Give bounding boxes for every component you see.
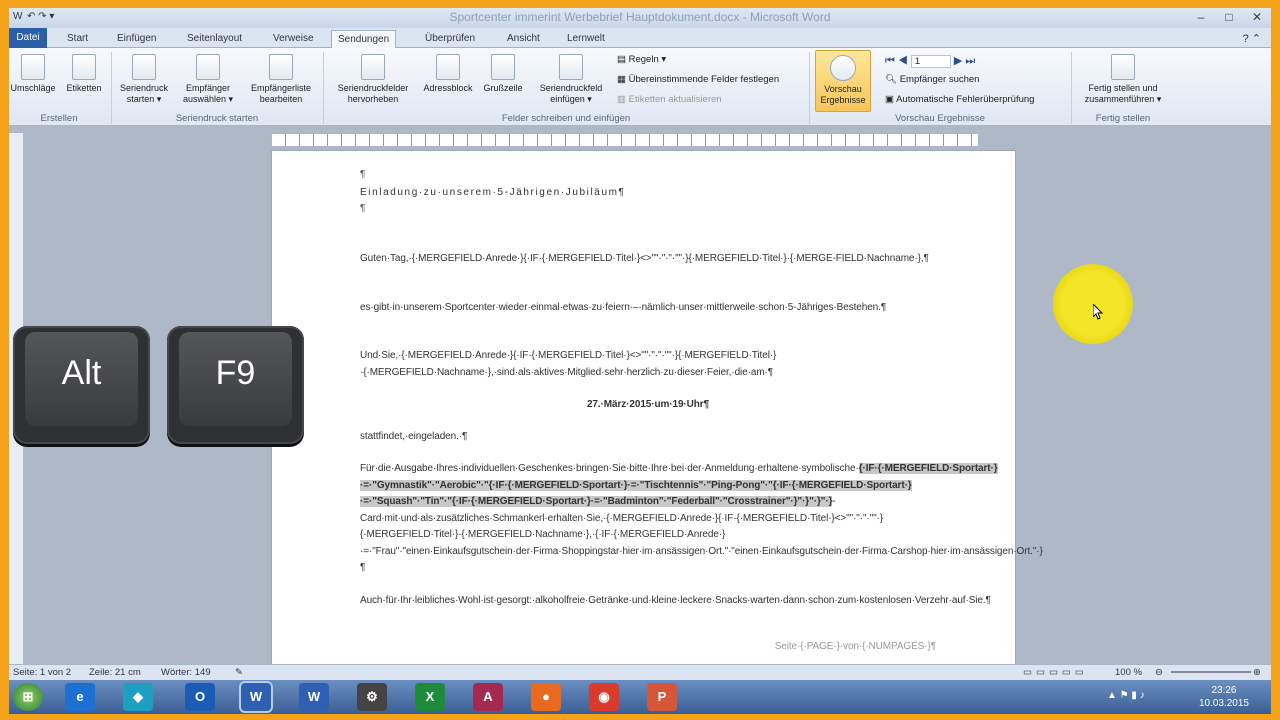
keycap-alt: Alt (13, 326, 150, 444)
app-icon[interactable]: ◆ (123, 683, 153, 711)
vorschau-ergebnisse-button[interactable]: Vorschau Ergebnisse (815, 50, 871, 112)
horizontal-ruler (271, 133, 979, 147)
page-indicator[interactable]: Seite: 1 von 2 (13, 667, 71, 678)
chrome-icon[interactable]: ◉ (589, 683, 619, 711)
address-block-icon (436, 54, 460, 80)
group-label-felder: Felder schreiben und einfügen (501, 113, 631, 124)
start-button[interactable]: ⊞ (13, 683, 43, 711)
zoom-level[interactable]: 100 % (1115, 667, 1142, 678)
help-icon[interactable]: ? ⌃ (1237, 30, 1267, 48)
record-navigation[interactable]: ⏮ ◀ 1 ▶ ⏭ (885, 54, 975, 68)
word-icon[interactable]: W (299, 683, 329, 711)
divider (1071, 52, 1072, 124)
divider (809, 52, 810, 124)
seriendruck-starten-button[interactable]: Seriendruck starten ▾ (115, 54, 173, 105)
body-paragraph: stattfindet,·eingeladen.·¶ (360, 431, 468, 442)
date-paragraph: 27.·März·2015·um·19·Uhr¶ (586, 399, 710, 410)
body-paragraph: es·gibt·in·unserem·Sportcenter·wieder·ei… (360, 302, 887, 313)
body-paragraph: Auch·für·Ihr·leibliches·Wohl·ist·gesorgt… (360, 595, 991, 606)
powerpoint-icon[interactable]: P (647, 683, 677, 711)
tab-ansicht[interactable]: Ansicht (501, 30, 546, 48)
envelope-icon (21, 54, 45, 80)
ribbon-tabs: Datei Start Einfügen Seitenlayout Verwei… (9, 28, 1271, 49)
group-label-erstellen: Erstellen (40, 113, 78, 124)
labels-icon (72, 54, 96, 80)
heading-paragraph: Einladung·zu·unserem·5-Jährigen·Jubiläum… (360, 187, 626, 198)
record-number-field[interactable]: 1 (910, 55, 951, 68)
insert-field-icon (559, 54, 583, 80)
firefox-icon[interactable]: ● (531, 683, 561, 711)
tab-sendungen[interactable]: Sendungen (331, 30, 397, 49)
proofing-icon[interactable]: ✎ (235, 667, 243, 678)
invitation-paragraph: Und·Sie,·{·MERGEFIELD·Anrede·}{·IF·{·MER… (360, 350, 777, 378)
access-icon[interactable]: A (473, 683, 503, 711)
tab-ueberpruefen[interactable]: Überprüfen (419, 30, 481, 48)
divider (323, 52, 324, 124)
minimize-button[interactable]: – (1187, 8, 1215, 26)
title-bar: W ↶ ↷ ▾ Sportcenter immerint Werbebrief … (9, 8, 1271, 28)
close-button[interactable]: ✕ (1243, 8, 1271, 26)
document-page[interactable]: ¶ Einladung·zu·unserem·5-Jährigen·Jubilä… (271, 150, 1043, 670)
keycap-f9: F9 (167, 326, 304, 444)
tab-lernwelt[interactable]: Lernwelt (561, 30, 611, 48)
empfaenger-suchen-button[interactable]: 🔍︎ Empfänger suchen (885, 74, 979, 85)
document-icon (132, 54, 156, 80)
tab-start[interactable]: Start (61, 30, 94, 48)
umschlaege-button[interactable]: Umschläge (9, 54, 57, 94)
group-label-seriendruck-starten: Seriendruck starten (175, 113, 259, 124)
zoom-slider[interactable] (1171, 671, 1251, 673)
clock[interactable]: 23:26 10.03.2015 (1199, 684, 1249, 710)
greeting-paragraph: Guten·Tag,·{·MERGEFIELD·Anrede·}{·IF·{·M… (360, 253, 929, 264)
word-count[interactable]: Wörter: 149 (161, 667, 211, 678)
etiketten-button[interactable]: Etiketten (61, 54, 107, 94)
mouse-pointer-icon (1093, 304, 1103, 320)
ribbon: Umschläge Etiketten Seriendruck starten … (9, 48, 1271, 126)
recipients-icon (196, 54, 220, 80)
finish-merge-icon (1111, 54, 1135, 80)
status-bar: Seite: 1 von 2 Zeile: 21 cm Wörter: 149 … (9, 664, 1271, 680)
tab-einfuegen[interactable]: Einfügen (111, 30, 162, 48)
screen: W ↶ ↷ ▾ Sportcenter immerint Werbebrief … (9, 8, 1271, 714)
highlight-fields-icon (361, 54, 385, 80)
grusszeile-button[interactable]: Grußzeile (477, 54, 529, 94)
group-label-vorschau: Vorschau Ergebnisse (895, 113, 985, 124)
empfaengerliste-bearbeiten-button[interactable]: Empfängerliste bearbeiten (243, 54, 319, 105)
excel-icon[interactable]: X (415, 683, 445, 711)
etiketten-aktualisieren-button[interactable]: ▥ Etiketten aktualisieren (617, 94, 722, 105)
outlook-icon[interactable]: O (185, 683, 215, 711)
seriendruckfelder-hervorheben-button[interactable]: Seriendruckfelder hervorheben (327, 54, 419, 105)
tab-seitenlayout[interactable]: Seitenlayout (181, 30, 248, 48)
greeting-line-icon (491, 54, 515, 80)
tray-icons[interactable]: ▲ ⚑ ▮ ♪ (1107, 690, 1145, 701)
line-indicator[interactable]: Zeile: 21 cm (89, 667, 141, 678)
page-footer: Seite·{·PAGE·}·von·{·NUMPAGES·}¶ (774, 641, 936, 652)
empfaenger-auswaehlen-button[interactable]: Empfänger auswählen ▾ (177, 54, 239, 105)
view-buttons[interactable]: ▭▭▭▭▭ (1023, 667, 1088, 678)
fertig-stellen-button[interactable]: Fertig stellen und zusammenführen ▾ (1075, 54, 1171, 105)
settings-icon[interactable]: ⚙ (357, 683, 387, 711)
empty-paragraph: ¶ (360, 203, 366, 214)
gift-paragraph: Für·die·Ausgabe·Ihres·individuellen·Gesc… (360, 463, 1043, 573)
taskbar: ⊞ e ◆ O W W ⚙ X A ● ◉ P ▲ ⚑ ▮ ♪ 23:26 10.… (9, 680, 1271, 714)
zoom-out-button[interactable]: ⊖ (1155, 667, 1163, 678)
divider (111, 52, 112, 124)
maximize-button[interactable]: □ (1215, 8, 1243, 26)
seriendruckfeld-einfuegen-button[interactable]: Seriendruckfeld einfügen ▾ (531, 54, 611, 105)
tab-datei[interactable]: Datei (9, 28, 47, 48)
group-label-fertig: Fertig stellen (1095, 113, 1151, 124)
word-taskbar-icon[interactable]: W (241, 683, 271, 711)
zoom-in-button[interactable]: ⊕ (1253, 667, 1261, 678)
empty-paragraph: ¶ (360, 169, 366, 180)
uebereinstimmende-felder-button[interactable]: ▦ Übereinstimmende Felder festlegen (617, 74, 779, 85)
regeln-button[interactable]: ▤ Regeln ▾ (617, 54, 666, 65)
window-title: Sportcenter immerint Werbebrief Hauptdok… (449, 10, 831, 24)
tab-verweise[interactable]: Verweise (267, 30, 320, 48)
edit-list-icon (269, 54, 293, 80)
internet-explorer-icon[interactable]: e (65, 683, 95, 711)
adressblock-button[interactable]: Adressblock (419, 54, 477, 94)
fehlerueberpruefung-button[interactable]: ▣ Automatische Fehlerüberprüfung (885, 94, 1034, 105)
magnifier-icon (830, 55, 856, 81)
